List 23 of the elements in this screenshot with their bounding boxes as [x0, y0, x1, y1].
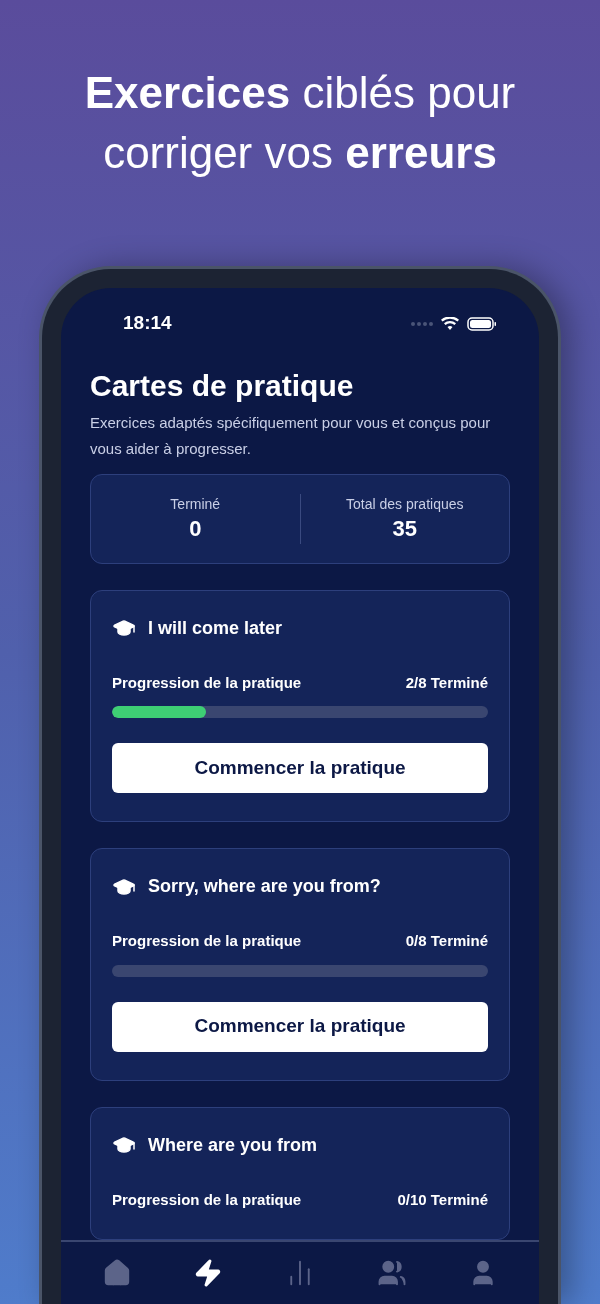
- battery-icon: [467, 316, 497, 331]
- progress-count: 0/8 Terminé: [405, 931, 488, 951]
- wifi-icon: [441, 316, 459, 331]
- start-practice-button[interactable]: Commencer la pratique: [112, 1001, 488, 1052]
- signal-icon: [411, 321, 433, 326]
- progress-count: 2/8 Terminé: [405, 672, 488, 693]
- progress-label: Progression de la pratique: [112, 672, 302, 693]
- page-subtitle: Exercices adaptés spécifiquement pour vous et conçus pour vous aider à progresser.: [90, 412, 492, 459]
- progress-label: Progression de la pratique: [112, 1189, 302, 1210]
- start-practice-button[interactable]: Commencer la pratique: [112, 743, 488, 793]
- card-title: Sorry, where are you from?: [148, 875, 381, 898]
- headline: Exercices ciblés pour corriger vos erreurs: [83, 66, 517, 179]
- stat-label: Terminé: [170, 494, 221, 514]
- group-icon: [376, 1258, 407, 1288]
- page-title: Cartes de pratique: [90, 367, 355, 404]
- progress-count: 0/10 Terminé: [397, 1189, 488, 1210]
- card-title: I will come later: [148, 616, 283, 640]
- card-title: Where are you from: [148, 1133, 318, 1157]
- stat-label: Total des pratiques: [346, 494, 464, 514]
- stat-value: 0: [189, 514, 202, 543]
- progress-label: Progression de la pratique: [112, 931, 302, 951]
- stat-value: 35: [392, 514, 417, 543]
- status-time: 18:14: [123, 311, 172, 336]
